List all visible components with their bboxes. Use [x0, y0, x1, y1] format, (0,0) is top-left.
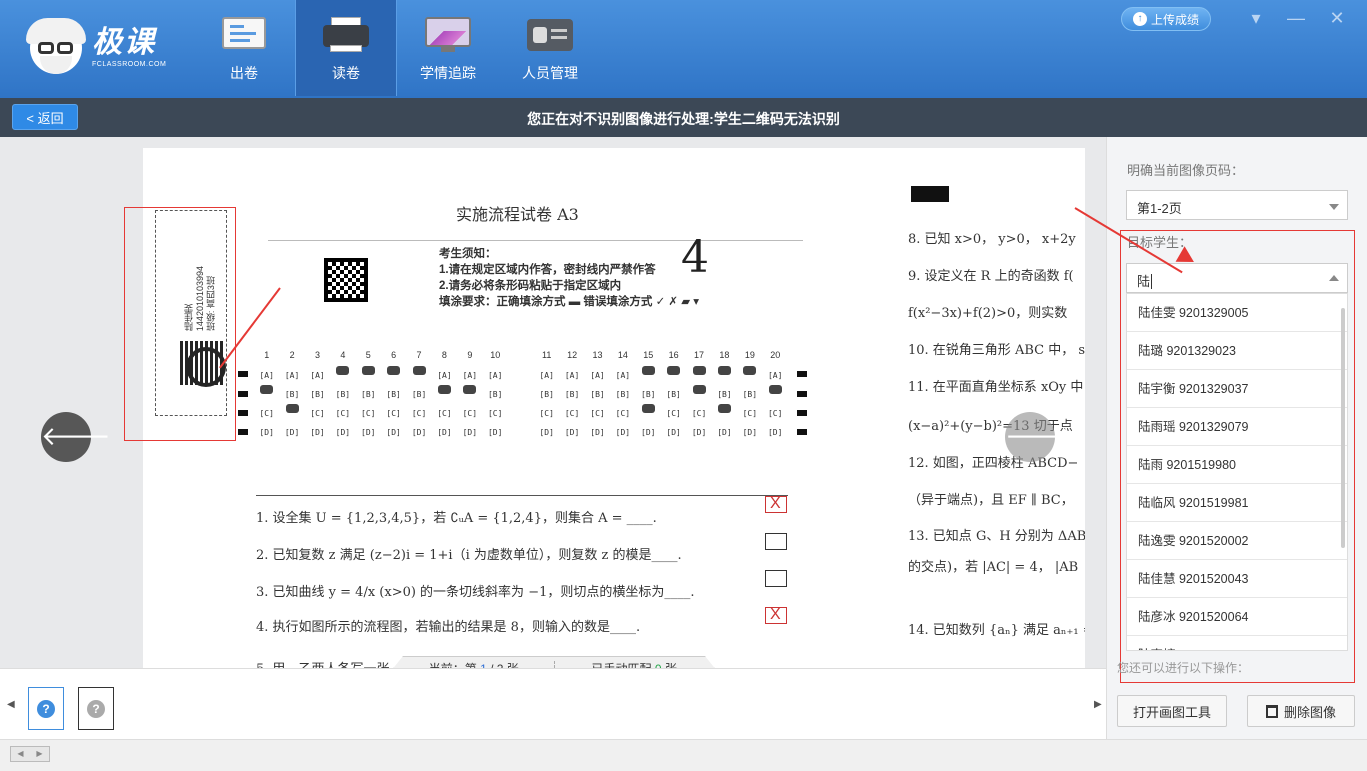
- id-card-icon: [525, 15, 575, 53]
- exam-title: 实施流程试卷 A3: [456, 205, 579, 224]
- question-11: 11. 在平面直角坐标系 xOy 中: [908, 380, 1084, 395]
- minimize-button[interactable]: —: [1283, 6, 1309, 30]
- answer-bubbles-right: [A][A][A][A][A][A][A][A][A][A] [B][B][B]…: [534, 366, 788, 442]
- logo-mascot-icon: [26, 18, 86, 74]
- timing-mark: [238, 429, 248, 435]
- previous-image-button[interactable]: 🡐: [41, 412, 111, 462]
- timing-mark: [797, 371, 807, 377]
- student-search-input[interactable]: 陆: [1126, 263, 1348, 293]
- nav-label: 出卷: [230, 65, 258, 81]
- dropdown-menu-button[interactable]: ▾: [1243, 6, 1269, 30]
- question-12: 12. 如图，正四棱柱 ABCD−: [908, 456, 1079, 471]
- choice-numbers-left: 1 2 3 4 5 6 7 8 9 10: [264, 350, 501, 360]
- score-box: [765, 533, 787, 550]
- question-5: 5. 甲、乙两人各写一张: [256, 658, 390, 668]
- printer-icon: [321, 15, 371, 53]
- question-12-cont: （异于端点)，且 EF ∥ BC，: [908, 493, 1074, 508]
- question-13-cont: 的交点)，若 |AC| = 4， |AB: [908, 560, 1079, 575]
- question-2: 2. 已知复数 z 满足 (z−2)i = 1+i（i 为虚数单位），则复数 z…: [256, 548, 682, 563]
- timing-mark: [238, 410, 248, 416]
- student-option[interactable]: 陆佳慧 9201520043: [1127, 560, 1347, 598]
- corner-mark: [911, 186, 949, 202]
- student-option[interactable]: 陆彦冰 9201520064: [1127, 598, 1347, 636]
- top-navigation-bar: 极课 FCLASSROOM.COM 出卷 读卷 学情追踪 人员管理 ↑ 上传成绩…: [0, 0, 1367, 98]
- dropdown-scrollbar[interactable]: [1341, 308, 1345, 548]
- sub-header: < 返回 您正在对不识别图像进行处理:学生二维码无法识别: [0, 98, 1367, 137]
- thumbnail-strip: ◀ ? ? ▶: [0, 668, 1106, 739]
- student-option[interactable]: 陆临风 9201519981: [1127, 484, 1347, 522]
- question-13: 13. 已知点 G、H 分别为 ΔAB: [908, 529, 1085, 544]
- question-3: 3. 已知曲线 y = 4/x (x>0) 的一条切线斜率为 −1，则切点的横坐…: [256, 585, 695, 600]
- matching-panel: 明确当前图像页码： 第1-2页 目标学生： 陆 陆佳雯 9201329005 陆…: [1106, 137, 1367, 739]
- annotation-highlight-box: [124, 207, 236, 441]
- chart-monitor-icon: [423, 15, 473, 53]
- logo-name: 极课: [92, 26, 156, 59]
- app-logo: 极课 FCLASSROOM.COM: [26, 18, 167, 76]
- student-option[interactable]: 陆宇衡 9201329037: [1127, 370, 1347, 408]
- page-select[interactable]: 第1-2页: [1126, 190, 1348, 220]
- chevron-down-icon: [1329, 204, 1339, 210]
- exam-notice: 考生须知： 1.请在规定区域内作答，密封线内严禁作答 2.请务必将条形码粘贴于指…: [439, 248, 700, 308]
- upload-scores-label: 上传成绩: [1150, 12, 1199, 27]
- timing-mark: [797, 391, 807, 397]
- page-label: 明确当前图像页码：: [1127, 163, 1245, 178]
- thumbnail-next-arrow[interactable]: ▶: [1094, 699, 1102, 710]
- timing-mark: [238, 391, 248, 397]
- next-image-button[interactable]: 🡒: [1005, 412, 1075, 462]
- upload-scores-button[interactable]: ↑ 上传成绩: [1121, 7, 1211, 31]
- image-viewer: 陆佳雯 1442010103994 班级: 高四3班 实施流程试卷 A3 考生须…: [0, 137, 1106, 668]
- score-box: [765, 570, 787, 587]
- upload-arrow-icon: ↑: [1132, 12, 1147, 26]
- student-option[interactable]: 陆雨瑶 9201329079: [1127, 408, 1347, 446]
- question-9-cont: f(x²−3x)+f(2)>0，则实数: [908, 306, 1068, 321]
- question-8: 8. 已知 x>0， y>0， x+2y: [908, 232, 1076, 247]
- thumbnail-1[interactable]: ?: [28, 687, 64, 730]
- timing-mark: [797, 429, 807, 435]
- timing-mark: [797, 410, 807, 416]
- close-button[interactable]: ✕: [1324, 6, 1350, 30]
- nav-item-create-exam[interactable]: 出卷: [193, 0, 295, 96]
- nav-label: 学情追踪: [420, 65, 476, 81]
- student-option[interactable]: 陆璐 9201329023: [1127, 332, 1347, 370]
- question-9: 9. 设定义在 R 上的奇函数 f(: [908, 269, 1074, 284]
- main-nav: 出卷 读卷 学情追踪 人员管理: [193, 0, 601, 96]
- choice-numbers-right: 11 12 13 14 15 16 17 18 19 20: [542, 350, 781, 360]
- question-10: 10. 在锐角三角形 ABC 中， s: [908, 343, 1085, 358]
- operations-hint: 您还可以进行以下操作：: [1117, 661, 1250, 675]
- student-option[interactable]: 陆逸雯 9201520002: [1127, 522, 1347, 560]
- answer-bubbles-left: [A][A][A][A][A][A][A][A][A][A] [B][B][B]…: [254, 366, 508, 442]
- question-icon: ?: [37, 699, 55, 718]
- logo-subtitle: FCLASSROOM.COM: [92, 61, 167, 68]
- nav-label: 人员管理: [522, 65, 578, 81]
- score-box-wrong: [765, 495, 787, 513]
- timing-mark: [238, 371, 248, 377]
- thumbnail-2[interactable]: ?: [78, 687, 114, 730]
- chevron-up-icon: [1329, 275, 1339, 281]
- delete-image-button[interactable]: 删除图像: [1247, 695, 1355, 727]
- exam-board-icon: [219, 15, 269, 53]
- student-option[interactable]: 陆雨 9201519980: [1127, 446, 1347, 484]
- page-title: 您正在对不识别图像进行处理:学生二维码无法识别: [527, 111, 840, 127]
- trash-icon: [1265, 704, 1278, 718]
- student-option[interactable]: 陆佳雯 9201329005: [1127, 294, 1347, 332]
- horizontal-scrollbar[interactable]: ◀ ▶: [0, 739, 1367, 771]
- scanned-exam-sheet: 陆佳雯 1442010103994 班级: 高四3班 实施流程试卷 A3 考生须…: [143, 148, 1085, 668]
- handwritten-score: 4: [681, 232, 709, 283]
- score-box-wrong: [765, 606, 787, 624]
- question-1: 1. 设全集 U = {1,2,3,4,5}，若 ∁ᵤA = {1,2,4}，则…: [256, 511, 657, 526]
- question-4: 4. 执行如图所示的流程图，若输出的结果是 8，则输入的数是____.: [256, 620, 641, 635]
- nav-item-learning-tracking[interactable]: 学情追踪: [397, 0, 499, 96]
- exam-qr-code: [324, 258, 368, 302]
- student-option[interactable]: 陆声婷 9201520100: [1127, 636, 1347, 650]
- question-14: 14. 已知数列 {aₙ} 满足 aₙ₊₁ =: [908, 623, 1085, 638]
- nav-item-read-exam[interactable]: 读卷: [295, 0, 397, 96]
- nav-item-staff-management[interactable]: 人员管理: [499, 0, 601, 96]
- nav-label: 读卷: [332, 65, 360, 81]
- thumbnail-prev-arrow[interactable]: ◀: [7, 699, 15, 710]
- open-drawing-tool-button[interactable]: 打开画图工具: [1117, 695, 1227, 727]
- question-icon: ?: [87, 699, 105, 718]
- student-dropdown-list: 陆佳雯 9201329005 陆璐 9201329023 陆宇衡 9201329…: [1126, 293, 1348, 651]
